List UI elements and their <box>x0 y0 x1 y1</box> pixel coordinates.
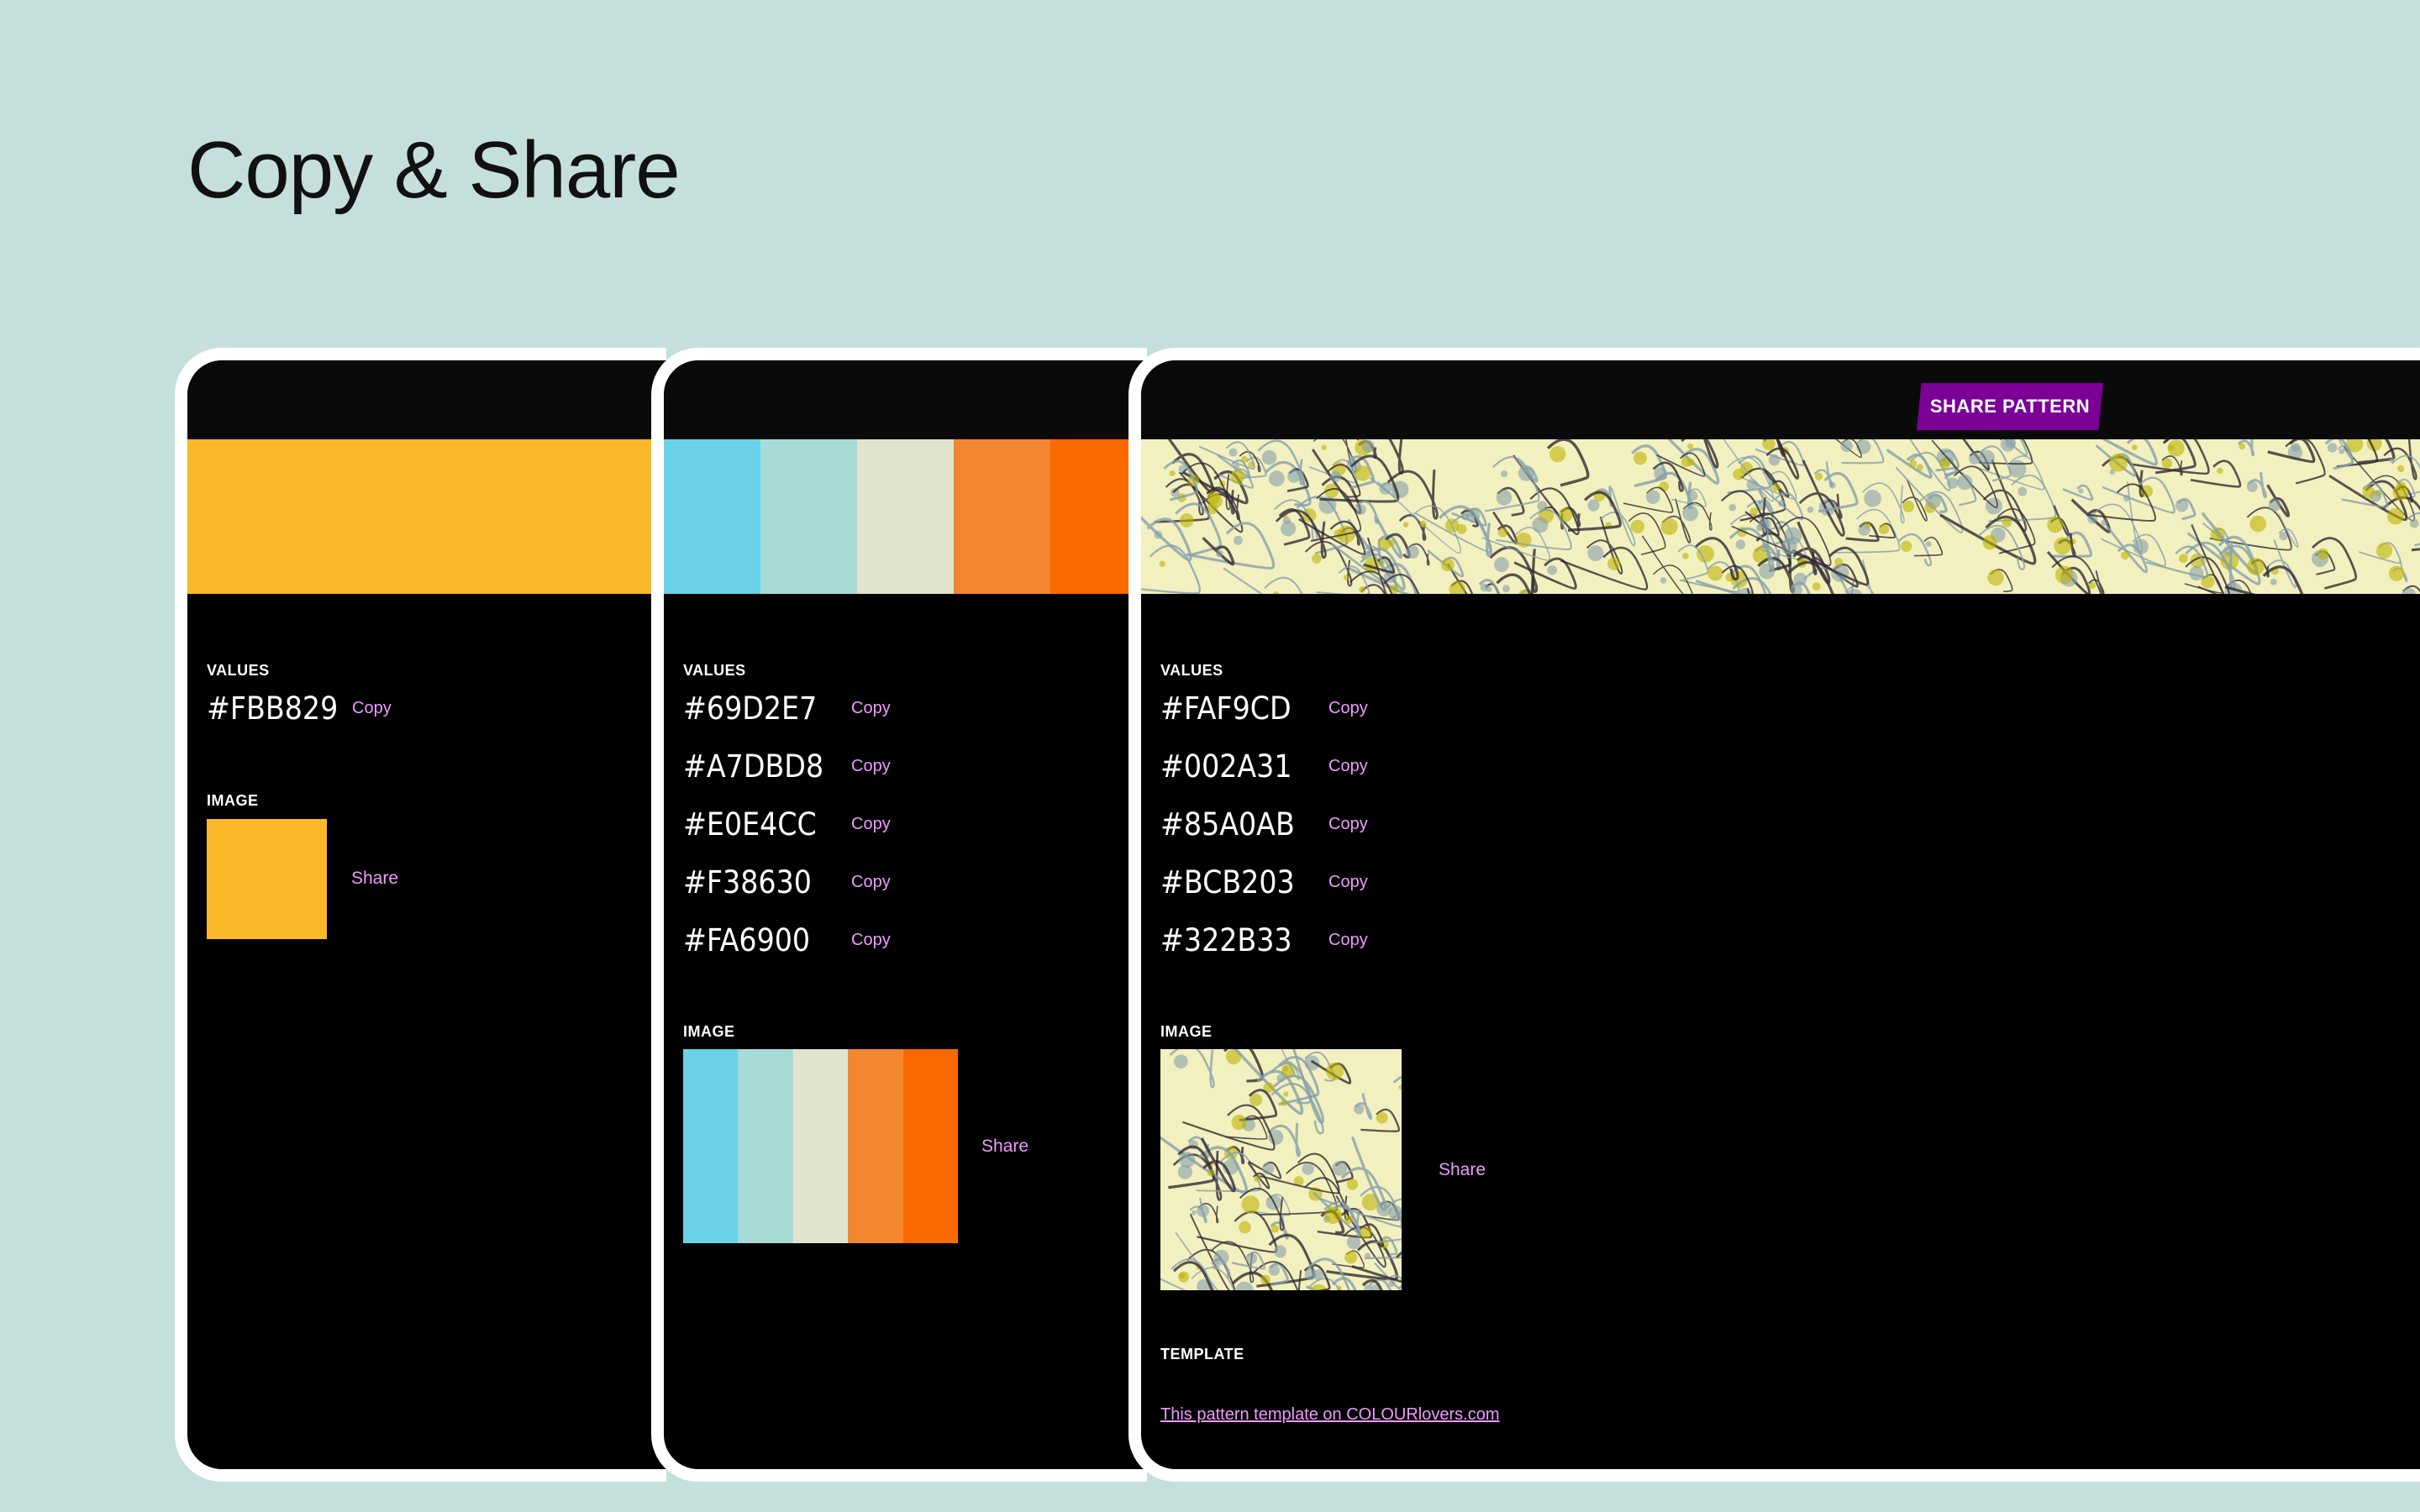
pattern-strip-image <box>1141 439 2420 594</box>
hex-value: #F38630 <box>683 864 812 900</box>
color-card: VALUES #FBB829 Copy IMAGE Share <box>175 348 666 1482</box>
hex-value: #BCB203 <box>1160 864 1295 900</box>
image-label: IMAGE <box>207 792 259 809</box>
template-label: TEMPLATE <box>1160 1346 1244 1362</box>
values-label: VALUES <box>1160 662 1223 679</box>
copy-button[interactable]: Copy <box>1328 815 1368 834</box>
card-header-bar <box>187 360 666 439</box>
palette-strip-segment <box>664 439 760 594</box>
pattern-strip <box>1141 439 2420 594</box>
palette-strip <box>664 439 1147 594</box>
hex-value: #A7DBD8 <box>683 748 824 785</box>
value-row: #E0E4CC Copy <box>683 795 891 853</box>
copy-button[interactable]: Copy <box>1328 873 1368 892</box>
copy-button[interactable]: Copy <box>851 873 891 892</box>
value-row: #F38630 Copy <box>683 853 891 911</box>
value-row: #FAF9CD Copy <box>1160 680 1368 738</box>
hex-value: #322B33 <box>1160 922 1292 958</box>
value-row: #A7DBD8 Copy <box>683 738 891 795</box>
palette-strip-segment <box>760 439 857 594</box>
image-segment <box>207 819 327 939</box>
image-segment <box>848 1049 903 1243</box>
pattern-card: SHARE PATTERN VALUES #FAF9CD Copy #002A3… <box>1128 348 2420 1482</box>
color-image-preview <box>207 819 327 939</box>
hex-value: #FBB829 <box>207 690 339 727</box>
page-title: Copy & Share <box>187 125 681 215</box>
share-button[interactable]: Share <box>351 869 398 889</box>
image-label: IMAGE <box>1160 1023 1213 1040</box>
values-label: VALUES <box>207 662 270 679</box>
values-list: #FBB829 Copy <box>207 680 392 738</box>
pattern-preview-image <box>1160 1049 1402 1290</box>
color-strip <box>187 439 666 594</box>
value-row: #FA6900 Copy <box>683 911 891 969</box>
share-pattern-button[interactable]: SHARE PATTERN <box>1917 383 2103 430</box>
palette-strip-segment <box>954 439 1050 594</box>
share-button[interactable]: Share <box>1439 1160 1486 1180</box>
copy-button[interactable]: Copy <box>851 699 891 718</box>
card-header-bar <box>664 360 1147 439</box>
image-segment <box>902 1049 958 1243</box>
image-segment <box>738 1049 793 1243</box>
image-segment <box>683 1049 739 1243</box>
values-list: #69D2E7 Copy #A7DBD8 Copy #E0E4CC Copy #… <box>683 680 891 969</box>
copy-button[interactable]: Copy <box>851 931 891 950</box>
color-strip-segment <box>187 439 666 594</box>
copy-button[interactable]: Copy <box>1328 931 1368 950</box>
pattern-image-preview <box>1160 1049 1402 1290</box>
value-row: #002A31 Copy <box>1160 738 1368 795</box>
copy-button[interactable]: Copy <box>1328 757 1368 776</box>
copy-button[interactable]: Copy <box>1328 699 1368 718</box>
values-label: VALUES <box>683 662 746 679</box>
copy-button[interactable]: Copy <box>851 757 891 776</box>
hex-value: #FA6900 <box>683 922 811 958</box>
palette-card: VALUES #69D2E7 Copy #A7DBD8 Copy #E0E4CC… <box>651 348 1147 1482</box>
palette-image-preview <box>683 1049 958 1243</box>
palette-strip-segment <box>857 439 954 594</box>
share-button[interactable]: Share <box>981 1137 1028 1157</box>
hex-value: #E0E4CC <box>683 806 817 843</box>
values-list: #FAF9CD Copy #002A31 Copy #85A0AB Copy #… <box>1160 680 1368 969</box>
hex-value: #85A0AB <box>1160 806 1295 843</box>
card-header-bar <box>1141 360 2420 439</box>
value-row: #322B33 Copy <box>1160 911 1368 969</box>
hex-value: #FAF9CD <box>1160 690 1292 727</box>
copy-button[interactable]: Copy <box>851 815 891 834</box>
value-row: #FBB829 Copy <box>207 680 392 738</box>
image-label: IMAGE <box>683 1023 735 1040</box>
value-row: #69D2E7 Copy <box>683 680 891 738</box>
value-row: #BCB203 Copy <box>1160 853 1368 911</box>
template-link[interactable]: This pattern template on COLOURlovers.co… <box>1160 1405 1500 1425</box>
value-row: #85A0AB Copy <box>1160 795 1368 853</box>
hex-value: #002A31 <box>1160 748 1292 785</box>
hex-value: #69D2E7 <box>683 690 818 727</box>
copy-button[interactable]: Copy <box>352 699 392 718</box>
image-segment <box>792 1049 849 1243</box>
